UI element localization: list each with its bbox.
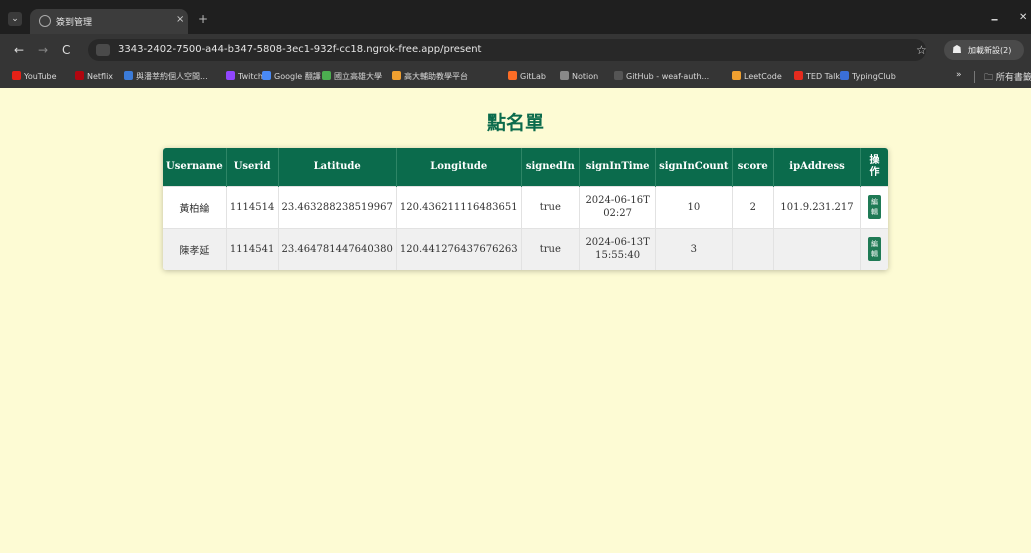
tab-favicon-icon [39,15,51,27]
bookmark-icon [560,71,569,80]
folder-icon: 🗀 [984,73,996,83]
back-icon[interactable]: ← [14,43,24,57]
cell-signincount: 3 [655,227,733,270]
bookmarks-divider [974,71,975,83]
cell-longitude: 120.436211116483651 [396,185,522,228]
bookmark-item[interactable]: YouTube [12,71,57,81]
window-minimize-icon[interactable]: 🗕 [991,12,998,29]
page-title: 點名單 [486,112,544,134]
table-row: 黃柏綸 1114514 23.463288238519967 120.43621… [163,185,888,228]
new-tab-icon[interactable]: + [198,12,208,26]
bookmark-item[interactable]: 國立高雄大學 [322,71,382,82]
cell-score [732,227,775,270]
bookmark-icon [614,71,623,80]
bookmark-icon [226,71,235,80]
col-header-longitude: Longitude [396,148,522,186]
table-row: 陳孝延 1114541 23.464781447640380 120.44127… [163,227,888,270]
cell-longitude: 120.441276437676263 [396,227,522,270]
cell-latitude: 23.464781447640380 [278,227,397,270]
bookmark-item[interactable]: Twitch [226,71,263,81]
cell-signedin: true [521,227,581,270]
cell-actions: 編輯 [860,185,888,228]
cell-actions: 編輯 [860,227,888,270]
bookmark-item[interactable]: Google 翻譯 [262,71,321,82]
cell-userid: 1114514 [226,185,279,228]
bookmarks-more-icon[interactable]: » [956,70,962,80]
cell-signincount: 10 [655,185,733,228]
profile-label: 加載新設(2) [968,46,1012,55]
site-info-icon[interactable] [96,44,110,56]
bookmark-icon [12,71,21,80]
cell-username: 陳孝延 [163,227,227,270]
bookmark-icon [732,71,741,80]
bookmark-item[interactable]: LeetCode [732,71,782,81]
browser-tab-bar: ⌄ 簽到管理 × + 🗕 ✕ [0,0,1031,34]
cell-username: 黃柏綸 [163,185,227,228]
bookmark-star-icon[interactable]: ☆ [916,43,927,57]
bookmark-icon [124,71,133,80]
col-header-ipaddress: ipAddress [773,148,862,186]
edit-button[interactable]: 編輯 [868,237,882,262]
edit-button[interactable]: 編輯 [868,195,882,219]
url-text: 3343-2402-7500-a44-b347-5808-3ec1-932f-c… [118,44,482,55]
cell-score: 2 [732,185,775,228]
window-close-icon[interactable]: ✕ [1019,12,1027,23]
bookmark-icon [840,71,849,80]
tab-search-icon[interactable]: ⌄ [8,12,22,26]
bookmark-icon [262,71,271,80]
col-header-signedin: signedIn [521,148,581,186]
browser-tab[interactable]: 簽到管理 × [30,9,188,34]
cell-ipaddress [773,227,862,270]
reload-icon[interactable]: C [62,43,70,57]
bookmark-icon [322,71,331,80]
col-header-score: score [732,148,775,186]
attendance-table: Username Userid Latitude Longitude signe… [163,148,888,270]
incognito-icon: ☗ [952,43,962,56]
bookmark-item[interactable]: GitLab [508,71,546,81]
bookmark-item[interactable]: 與潘莘約個人空間... [124,71,208,82]
cell-userid: 1114541 [226,227,279,270]
bookmark-icon [794,71,803,80]
bookmark-item[interactable]: TED Talk [794,71,840,81]
cell-signintime: 2024-06-13T15:55:40 [579,227,657,270]
cell-signintime: 2024-06-16T02:27 [579,185,657,228]
address-bar-row: ← → C 3343-2402-7500-a44-b347-5808-3ec1-… [0,34,1031,66]
bookmark-icon [392,71,401,80]
cell-latitude: 23.463288238519967 [278,185,397,228]
col-header-username: Username [163,148,227,186]
all-bookmarks-folder[interactable]: 🗀 所有書籤 [984,70,1031,86]
bookmark-icon [508,71,517,80]
bookmark-item[interactable]: Netflix [75,71,113,81]
url-input[interactable]: 3343-2402-7500-a44-b347-5808-3ec1-932f-c… [88,39,926,61]
bookmarks-bar: YouTube Netflix 與潘莘約個人空間... Twitch Googl… [0,66,1031,88]
bookmark-item[interactable]: Notion [560,71,598,81]
bookmark-item[interactable]: TypingClub [840,71,896,81]
bookmark-item[interactable]: GitHub - weaf-auth... [614,71,709,81]
cell-signedin: true [521,185,581,228]
bookmark-icon [75,71,84,80]
attendance-table-card: Username Userid Latitude Longitude signe… [163,148,888,270]
col-header-latitude: Latitude [278,148,397,186]
tab-title: 簽到管理 [56,18,93,28]
forward-icon[interactable]: → [38,43,48,57]
profile-button[interactable]: ☗ 加載新設(2) [944,40,1024,60]
col-header-signintime: signInTime [579,148,657,186]
bookmark-item[interactable]: 高大輔助教學平台 [392,71,468,82]
tab-close-icon[interactable]: × [176,14,184,25]
col-header-signincount: signInCount [655,148,733,186]
col-header-userid: Userid [226,148,279,186]
cell-ipaddress: 101.9.231.217 [773,185,862,228]
col-header-actions: 操作 [860,148,888,186]
table-header-row: Username Userid Latitude Longitude signe… [163,148,888,186]
